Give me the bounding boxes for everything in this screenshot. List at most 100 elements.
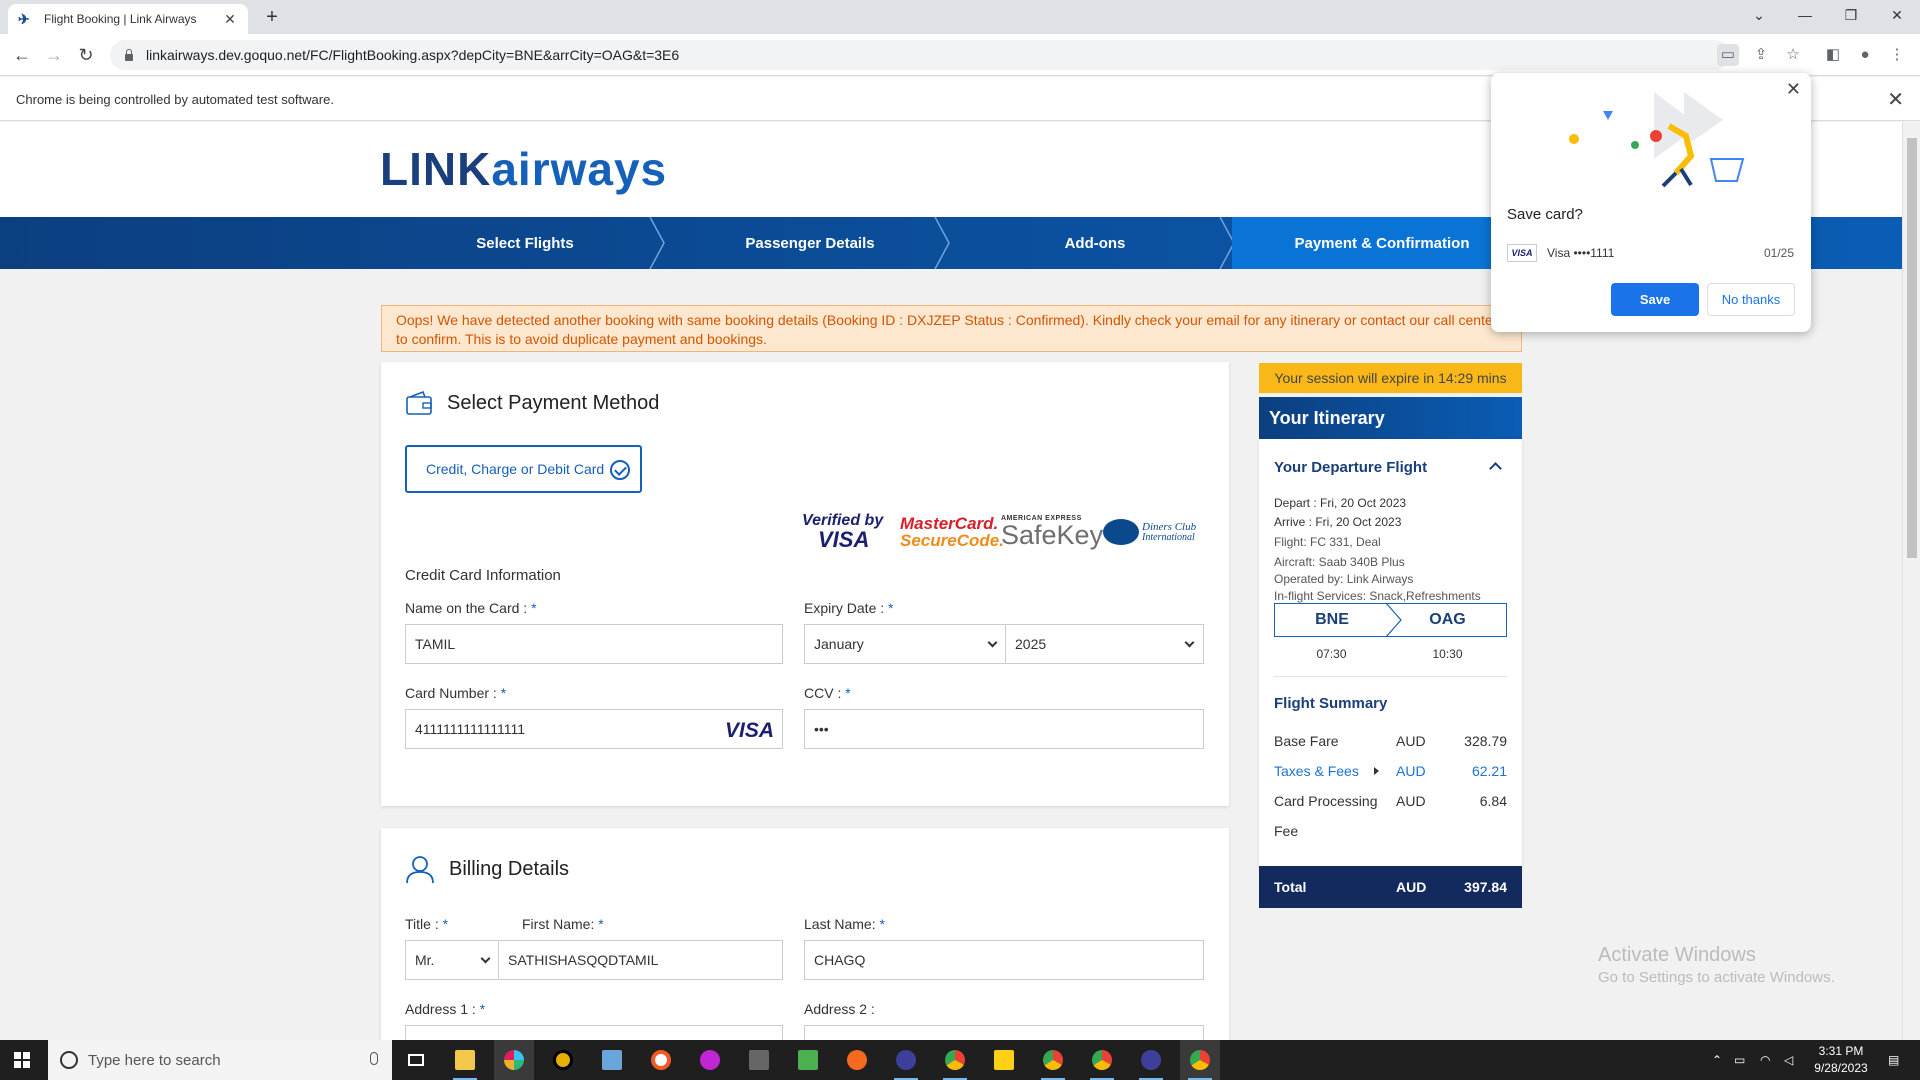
editor-orange-icon[interactable] xyxy=(837,1040,877,1080)
url-text: linkairways.dev.goquo.net/FC/FlightBooki… xyxy=(146,47,680,63)
wallet-icon xyxy=(406,390,432,415)
summary-row-fee-wrap: Fee xyxy=(1274,823,1299,839)
chevron-down-icon xyxy=(987,637,998,648)
notepad-icon[interactable] xyxy=(788,1040,828,1080)
close-infobar-icon[interactable]: ✕ xyxy=(1887,87,1904,112)
card-number-input[interactable]: 4111111111111111 VISA xyxy=(405,709,783,749)
credit-card-method-button[interactable]: Credit, Charge or Debit Card xyxy=(405,445,642,493)
first-name-label: First Name: * xyxy=(522,916,604,932)
name-on-card-input[interactable]: TAMIL xyxy=(405,624,783,664)
amex-safekey-logo: AMERICAN EXPRESS SafeKey xyxy=(1001,515,1104,550)
expiry-year-select[interactable]: 2025 xyxy=(1005,624,1204,664)
payment-method-card: Select Payment Method Credit, Charge or … xyxy=(381,362,1229,806)
diners-circle-icon xyxy=(1103,519,1139,545)
saved-card-expiry: 01/25 xyxy=(1763,246,1794,260)
card-save-icon[interactable]: ▭ xyxy=(1717,44,1739,66)
name-on-card-label: Name on the Card : * xyxy=(405,600,537,616)
sticky-notes-icon[interactable] xyxy=(984,1040,1024,1080)
first-name-input[interactable]: SATHISHASQQDTAMIL xyxy=(498,940,783,980)
link-airways-logo[interactable]: LINKairways xyxy=(380,142,667,196)
flight-summary-title: Flight Summary xyxy=(1274,695,1388,712)
chrome-icon[interactable] xyxy=(1033,1040,1073,1080)
minimize-icon[interactable]: — xyxy=(1782,0,1828,30)
payment-section-title: Select Payment Method xyxy=(405,390,659,416)
side-panel-icon[interactable]: ◧ xyxy=(1822,44,1844,66)
taskbar-search-box[interactable]: Type here to search xyxy=(48,1040,392,1080)
scrollbar-thumb[interactable] xyxy=(1907,138,1917,558)
page-scrollbar[interactable] xyxy=(1902,122,1920,1040)
browser-tab-strip: ✈ Flight Booking | Link Airways ✕ + ⌄ — … xyxy=(0,0,1920,34)
show-hidden-icons-icon[interactable]: ⌃ xyxy=(1712,1040,1722,1080)
ccv-input[interactable]: ••• xyxy=(804,709,1204,749)
app-stripe-icon[interactable] xyxy=(886,1040,926,1080)
expand-triangle-icon[interactable] xyxy=(1374,767,1379,775)
new-tab-button[interactable]: + xyxy=(260,6,284,29)
winamp-icon[interactable] xyxy=(690,1040,730,1080)
address2-input[interactable] xyxy=(804,1025,1204,1040)
duplicate-booking-alert: Oops! We have detected another booking w… xyxy=(381,305,1522,352)
save-card-illustration-icon xyxy=(1569,92,1745,188)
address1-input[interactable] xyxy=(405,1025,783,1040)
billing-section-title: Billing Details xyxy=(405,854,569,884)
snipping-tool-icon[interactable] xyxy=(592,1040,632,1080)
last-name-input[interactable]: CHAGQ xyxy=(804,940,1204,980)
link-airways-favicon-icon: ✈ xyxy=(18,11,30,27)
volume-icon[interactable]: ◁ xyxy=(1784,1040,1793,1080)
step-separator-icon xyxy=(649,217,665,269)
chevron-up-icon[interactable] xyxy=(1489,462,1502,475)
browser-tab[interactable]: ✈ Flight Booking | Link Airways ✕ xyxy=(8,4,248,34)
notification-center-icon[interactable]: ▤ xyxy=(1888,1040,1899,1080)
address2-label: Address 2 : xyxy=(804,1001,875,1017)
calculator-icon[interactable] xyxy=(739,1040,779,1080)
step-select-flights[interactable]: Select Flights xyxy=(430,217,620,269)
step-payment-confirmation[interactable]: Payment & Confirmation xyxy=(1232,217,1532,269)
tab-search-icon[interactable]: ⌄ xyxy=(1736,0,1782,30)
session-expiry-banner: Your session will expire in 14:29 mins xyxy=(1259,363,1522,393)
chrome-icon[interactable] xyxy=(1082,1040,1122,1080)
app-stripe-icon[interactable] xyxy=(1131,1040,1171,1080)
app-gold-icon[interactable] xyxy=(543,1040,583,1080)
share-icon[interactable]: ⇪ xyxy=(1750,44,1772,66)
slack-icon[interactable] xyxy=(494,1040,534,1080)
panel-divider xyxy=(1274,676,1507,677)
total-bar: Total AUD 397.84 xyxy=(1259,866,1522,908)
microphone-icon[interactable] xyxy=(370,1052,378,1065)
destination-code: OAG xyxy=(1389,603,1507,637)
postman-icon[interactable] xyxy=(641,1040,681,1080)
restore-icon[interactable]: ❐ xyxy=(1828,0,1874,30)
mastercard-securecode-logo: MasterCard. SecureCode. xyxy=(900,514,1004,550)
no-thanks-button[interactable]: No thanks xyxy=(1707,283,1795,316)
expiry-month-select[interactable]: January xyxy=(804,624,1007,664)
close-window-icon[interactable]: ✕ xyxy=(1874,0,1920,30)
saved-card-name: Visa ••••1111 xyxy=(1547,246,1615,260)
origin-code: BNE xyxy=(1274,603,1389,637)
close-popup-icon[interactable]: ✕ xyxy=(1786,79,1801,100)
forward-icon[interactable]: → xyxy=(42,43,66,67)
departure-flight-title[interactable]: Your Departure Flight xyxy=(1274,459,1427,476)
close-tab-icon[interactable]: ✕ xyxy=(222,11,238,28)
wifi-icon[interactable]: ◠ xyxy=(1760,1040,1770,1080)
profile-avatar-icon[interactable]: ● xyxy=(1854,44,1876,66)
step-add-ons[interactable]: Add-ons xyxy=(1000,217,1190,269)
menu-kebab-icon[interactable]: ⋮ xyxy=(1886,44,1908,66)
step-passenger-details[interactable]: Passenger Details xyxy=(715,217,905,269)
file-explorer-icon[interactable] xyxy=(445,1040,485,1080)
chrome-icon[interactable] xyxy=(1180,1040,1220,1080)
arrive-info: Arrive : Fri, 20 Oct 2023 xyxy=(1274,515,1402,529)
battery-icon[interactable]: ▭ xyxy=(1734,1040,1745,1080)
infobar-text: Chrome is being controlled by automated … xyxy=(16,92,334,107)
chrome-icon[interactable] xyxy=(935,1040,975,1080)
activate-windows-watermark: Activate Windows Go to Settings to activ… xyxy=(1598,944,1835,986)
address-bar[interactable]: linkairways.dev.goquo.net/FC/FlightBooki… xyxy=(110,40,1730,70)
title-select[interactable]: Mr. xyxy=(405,940,500,980)
windows-start-icon[interactable] xyxy=(14,1052,30,1068)
windows-taskbar: Type here to search ⌃ ▭ ◠ ◁ 3:31 PM 9/28… xyxy=(0,1040,1920,1080)
task-view-icon[interactable] xyxy=(396,1040,436,1080)
reload-icon[interactable]: ↻ xyxy=(74,43,98,67)
system-clock[interactable]: 3:31 PM 9/28/2023 xyxy=(1804,1043,1878,1077)
chevron-down-icon xyxy=(480,953,491,964)
address1-label: Address 1 : * xyxy=(405,1001,486,1017)
bookmark-star-icon[interactable]: ☆ xyxy=(1782,44,1804,66)
back-icon[interactable]: ← xyxy=(10,43,34,67)
save-card-button[interactable]: Save xyxy=(1611,283,1699,316)
